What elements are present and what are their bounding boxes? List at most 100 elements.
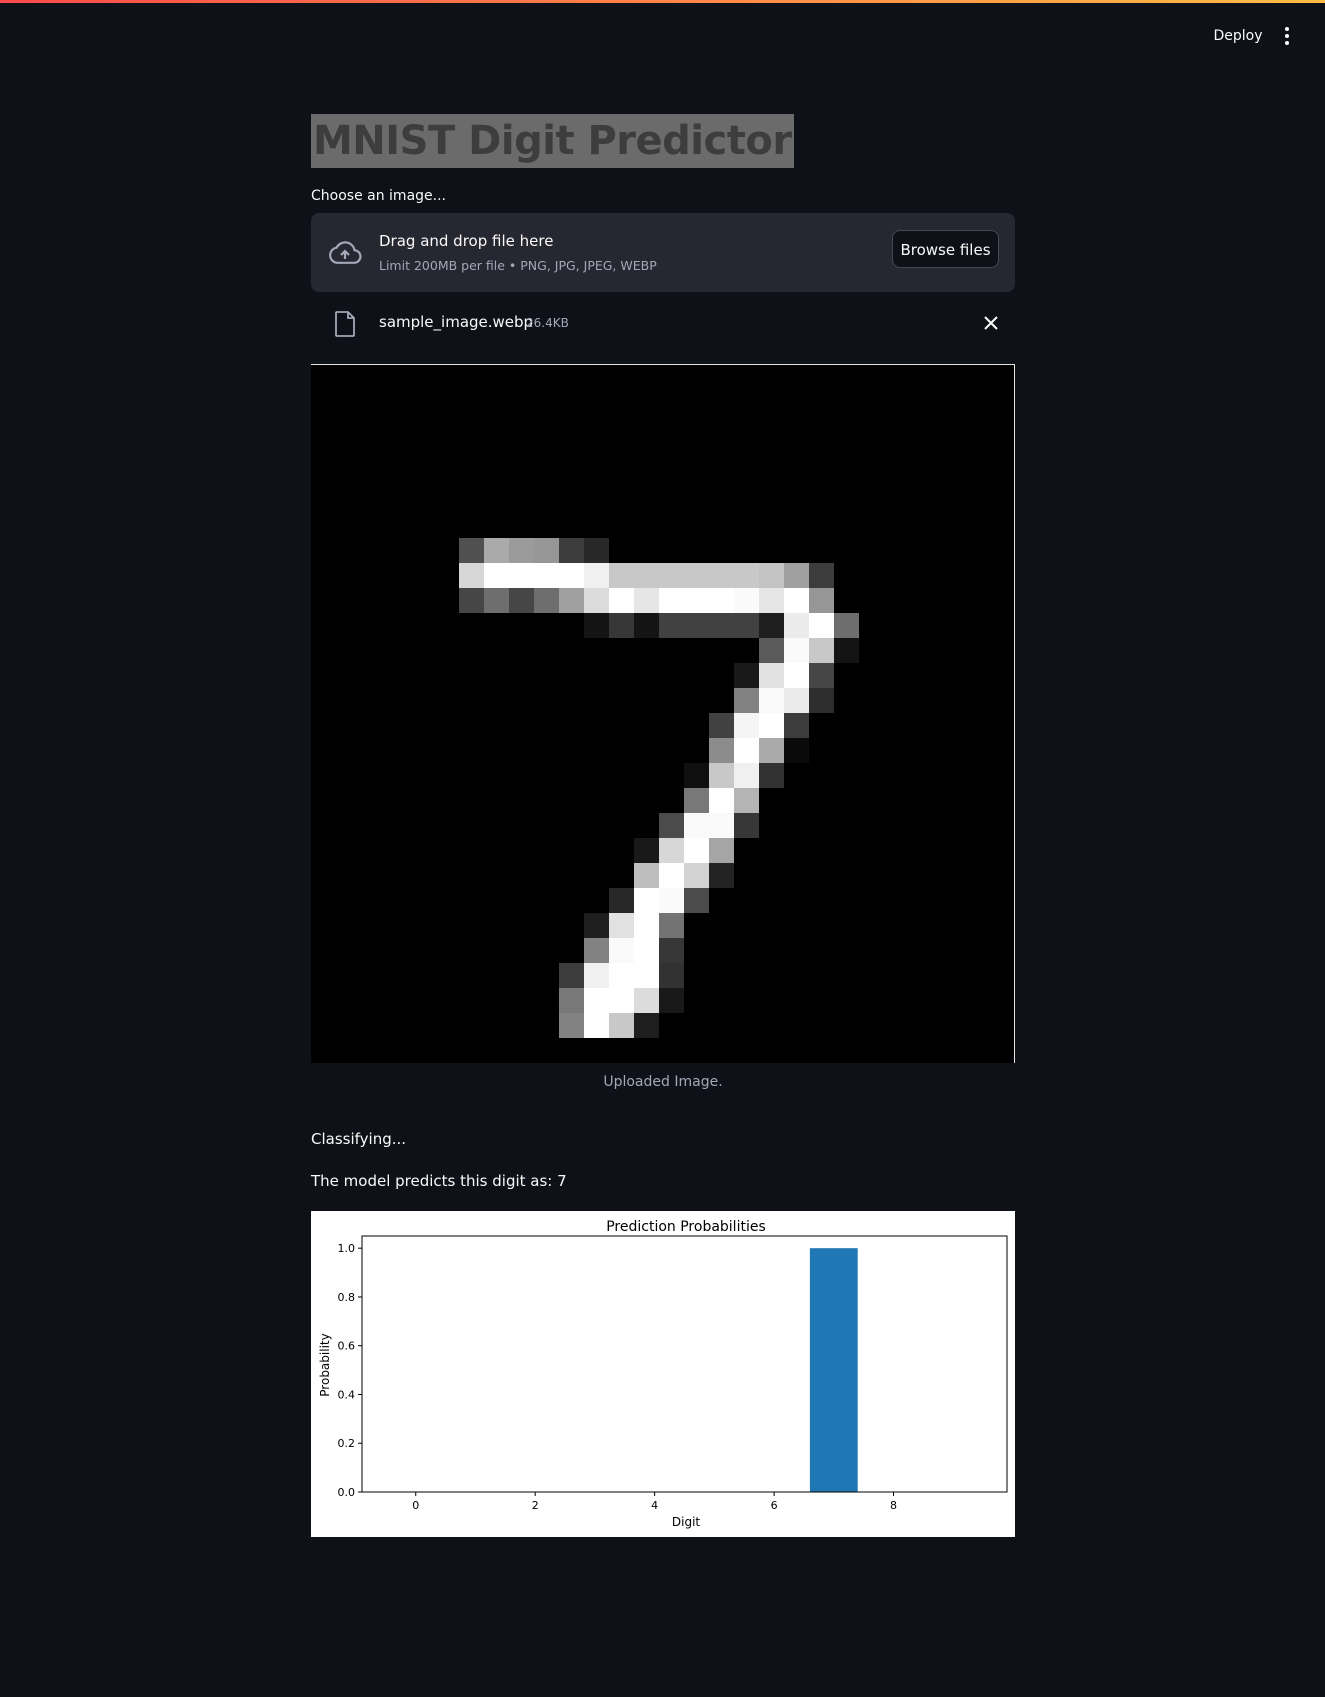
digit-pixel bbox=[784, 638, 809, 663]
uploaded-file-row: sample_image.webp 26.4KB bbox=[311, 303, 1015, 343]
digit-pixel bbox=[459, 538, 484, 563]
close-icon[interactable] bbox=[981, 313, 1001, 333]
digit-pixel bbox=[784, 663, 809, 688]
x-tick-label: 8 bbox=[890, 1499, 897, 1512]
digit-pixel bbox=[759, 738, 784, 763]
digit-pixel bbox=[784, 713, 809, 738]
digit-pixel bbox=[834, 613, 859, 638]
digit-pixel bbox=[659, 813, 684, 838]
digit-pixel bbox=[709, 588, 734, 613]
digit-pixel bbox=[584, 588, 609, 613]
digit-pixel bbox=[584, 538, 609, 563]
digit-pixel bbox=[584, 988, 609, 1013]
digit-pixel bbox=[709, 788, 734, 813]
classifying-status: Classifying... bbox=[311, 1130, 407, 1148]
digit-pixel bbox=[684, 813, 709, 838]
digit-pixel bbox=[559, 563, 584, 588]
digit-pixel bbox=[534, 538, 559, 563]
digit-pixel bbox=[709, 813, 734, 838]
digit-pixel bbox=[784, 588, 809, 613]
digit-pixel bbox=[759, 638, 784, 663]
digit-pixel bbox=[759, 688, 784, 713]
file-dropzone[interactable]: Drag and drop file here Limit 200MB per … bbox=[311, 213, 1015, 292]
digit-pixel bbox=[759, 713, 784, 738]
digit-pixel bbox=[584, 563, 609, 588]
digit-pixel bbox=[759, 563, 784, 588]
digit-pixel bbox=[784, 688, 809, 713]
digit-pixel bbox=[809, 613, 834, 638]
prediction-result: The model predicts this digit as: 7 bbox=[311, 1172, 567, 1190]
digit-pixel bbox=[709, 863, 734, 888]
digit-pixel bbox=[659, 913, 684, 938]
digit-pixel bbox=[659, 963, 684, 988]
digit-pixel bbox=[634, 563, 659, 588]
digit-pixel bbox=[759, 613, 784, 638]
digit-pixel bbox=[609, 963, 634, 988]
page-title: MNIST Digit Predictor bbox=[311, 114, 794, 168]
digit-pixel bbox=[784, 738, 809, 763]
dropzone-title: Drag and drop file here bbox=[379, 232, 554, 250]
digit-pixel bbox=[659, 888, 684, 913]
cloud-upload-icon bbox=[329, 241, 362, 264]
chart-title: Prediction Probabilities bbox=[606, 1219, 766, 1235]
digit-pixel bbox=[634, 613, 659, 638]
digit-pixel bbox=[509, 538, 534, 563]
digit-image-pixels bbox=[459, 538, 859, 1038]
digit-pixel bbox=[759, 763, 784, 788]
digit-pixel bbox=[559, 538, 584, 563]
digit-pixel bbox=[559, 1013, 584, 1038]
digit-pixel bbox=[584, 1013, 609, 1038]
digit-pixel bbox=[634, 988, 659, 1013]
y-tick-label: 1.0 bbox=[338, 1242, 356, 1255]
dropzone-subtitle: Limit 200MB per file • PNG, JPG, JPEG, W… bbox=[379, 258, 657, 273]
chart-canvas: Prediction Probabilities Digit Probabili… bbox=[318, 1219, 1008, 1529]
digit-pixel bbox=[609, 613, 634, 638]
digit-pixel bbox=[809, 663, 834, 688]
digit-pixel bbox=[734, 713, 759, 738]
digit-pixel bbox=[559, 988, 584, 1013]
digit-pixel bbox=[609, 988, 634, 1013]
digit-pixel bbox=[659, 613, 684, 638]
uploader-label: Choose an image... bbox=[311, 188, 446, 204]
digit-pixel bbox=[734, 813, 759, 838]
digit-pixel bbox=[609, 1013, 634, 1038]
browse-files-button[interactable]: Browse files bbox=[892, 230, 999, 268]
digit-pixel bbox=[734, 663, 759, 688]
digit-pixel bbox=[634, 938, 659, 963]
digit-pixel bbox=[659, 838, 684, 863]
digit-pixel bbox=[609, 888, 634, 913]
digit-pixel bbox=[559, 588, 584, 613]
digit-pixel bbox=[509, 588, 534, 613]
digit-pixel bbox=[559, 963, 584, 988]
y-tick-label: 0.0 bbox=[338, 1486, 356, 1499]
kebab-menu-icon[interactable] bbox=[1275, 22, 1299, 50]
digit-pixel bbox=[759, 663, 784, 688]
digit-pixel bbox=[634, 588, 659, 613]
digit-pixel bbox=[684, 838, 709, 863]
deploy-button[interactable]: Deploy bbox=[1206, 22, 1270, 50]
chart-ylabel: Probability bbox=[318, 1333, 332, 1396]
digit-pixel bbox=[659, 588, 684, 613]
digit-pixel bbox=[684, 863, 709, 888]
file-icon bbox=[335, 311, 355, 337]
digit-pixel bbox=[709, 713, 734, 738]
y-tick-label: 0.4 bbox=[338, 1388, 356, 1401]
top-decoration-bar bbox=[0, 0, 1325, 3]
digit-pixel bbox=[759, 588, 784, 613]
digit-pixel bbox=[534, 588, 559, 613]
digit-pixel bbox=[734, 763, 759, 788]
x-tick-label: 2 bbox=[532, 1499, 539, 1512]
chart-axes-frame bbox=[361, 1235, 1008, 1493]
digit-pixel bbox=[484, 563, 509, 588]
probability-chart: Prediction Probabilities Digit Probabili… bbox=[311, 1211, 1015, 1537]
digit-pixel bbox=[584, 613, 609, 638]
digit-pixel bbox=[609, 563, 634, 588]
digit-pixel bbox=[684, 788, 709, 813]
digit-pixel bbox=[784, 563, 809, 588]
digit-pixel bbox=[734, 688, 759, 713]
digit-pixel bbox=[459, 563, 484, 588]
uploaded-image bbox=[311, 364, 1015, 1063]
digit-pixel bbox=[684, 763, 709, 788]
digit-pixel bbox=[584, 938, 609, 963]
digit-pixel bbox=[634, 888, 659, 913]
